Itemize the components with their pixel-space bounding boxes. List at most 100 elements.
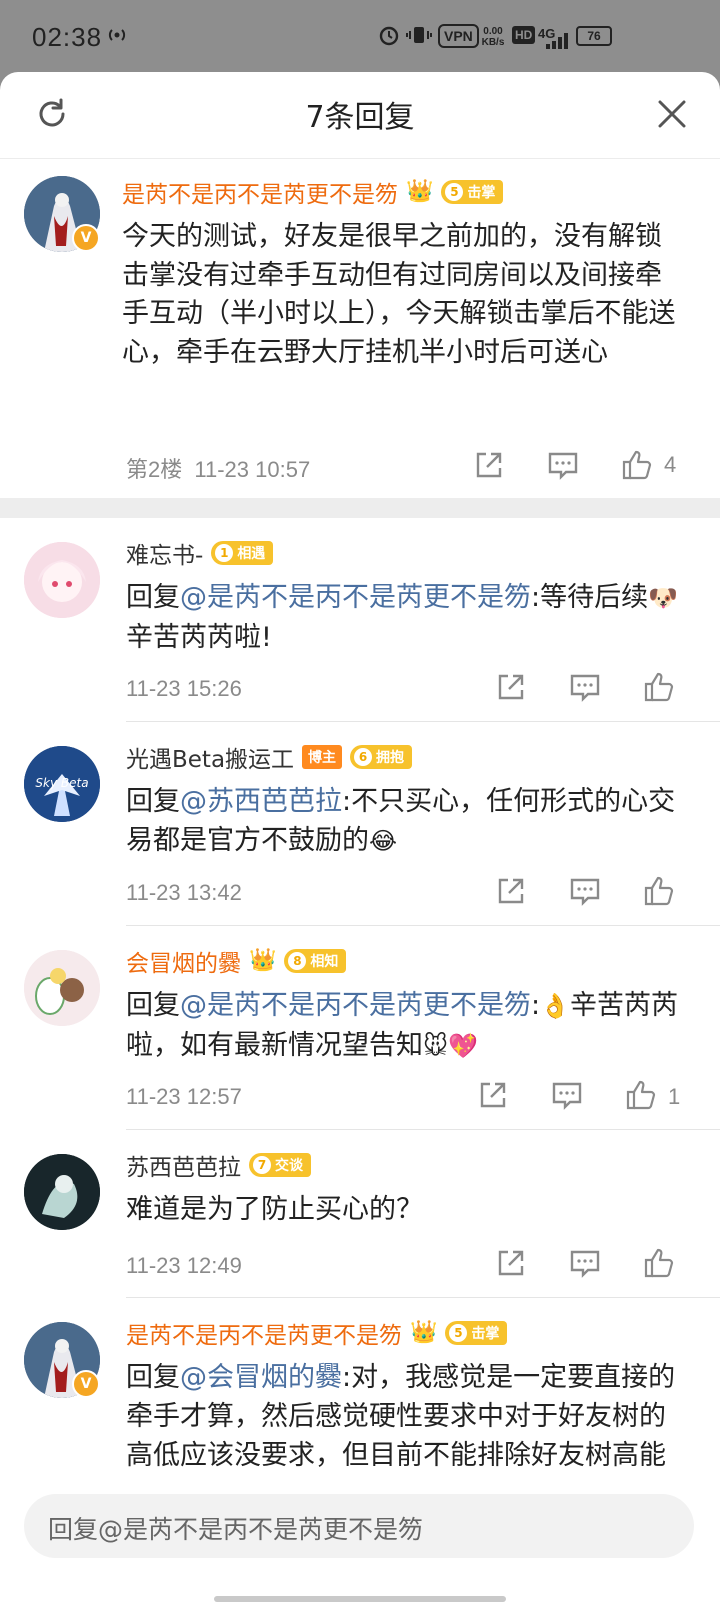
level-badge: 5 击掌 xyxy=(441,180,504,204)
reply-text: 回复@会冒烟的爨:对，我感觉是一定要直接的牵手才算，然后感觉硬性要求中对于好友树… xyxy=(126,1358,690,1478)
speed-unit: KB/s xyxy=(481,37,505,48)
author-row: 会冒烟的爨 👑 8 相知 xyxy=(126,944,347,978)
comment-text: 今天的测试，好友是很早之前加的，没有解锁击掌没有过牵手互动但有过同房间以及间接牵… xyxy=(122,221,676,368)
level-badge: 1 相遇 xyxy=(211,541,274,565)
level-number: 6 xyxy=(354,748,373,766)
close-icon[interactable] xyxy=(654,96,690,132)
comment-meta: 第2楼 11-23 10:57 xyxy=(126,452,310,484)
level-badge: 7 交谈 xyxy=(249,1153,311,1177)
reply-item: 难忘书- 1 相遇 回复@是芮不是丙不是芮更不是笏:等待后续🐶 辛苦芮芮啦! 11-… xyxy=(0,518,720,722)
mention-link[interactable]: @苏西芭芭拉 xyxy=(180,786,342,817)
author-name[interactable]: 苏西芭芭拉 xyxy=(126,1148,241,1182)
level-number: 8 xyxy=(288,952,307,970)
like-icon[interactable] xyxy=(642,874,676,908)
like-icon[interactable] xyxy=(620,448,654,482)
comment-icon[interactable] xyxy=(546,448,580,482)
replies-sheet: 7条回复 V 是芮不是丙不是芮更不是笏 👑 5 击掌 今天的测试，好友是很早之前加… xyxy=(0,72,720,1605)
share-icon[interactable] xyxy=(494,670,528,704)
author-name[interactable]: 是芮不是丙不是芮更不是笏 xyxy=(126,1316,402,1350)
speed-value: 0.00 xyxy=(483,26,503,37)
reply-text: 难道是为了防止买心的？ xyxy=(126,1194,423,1225)
reply-prefix: 回复 xyxy=(126,582,180,613)
sheet-header: 7条回复 xyxy=(0,72,720,159)
level-badge: 5 击掌 xyxy=(445,1321,508,1345)
reply-item: Sky Beta 光遇Beta搬运工 博主 6 拥抱 回复@苏西芭芭拉:不只买心，… xyxy=(0,722,720,926)
comment-icon[interactable] xyxy=(568,670,602,704)
hd-icon: HD xyxy=(512,26,536,44)
reply-item: 苏西芭芭拉 7 交谈 难道是为了防止买心的？ 11-23 12:49 xyxy=(0,1130,720,1298)
author-row: 难忘书- 1 相遇 xyxy=(126,536,274,570)
reply-input[interactable]: 回复@是芮不是丙不是芮更不是笏 xyxy=(24,1494,694,1558)
reply-prefix: 回复 xyxy=(126,990,180,1021)
mention-link[interactable]: @会冒烟的爨 xyxy=(180,1362,342,1393)
comment-icon[interactable] xyxy=(568,1246,602,1280)
crown-icon: 👑 xyxy=(406,179,434,204)
page-title: 7条回复 xyxy=(305,100,415,135)
level-number: 5 xyxy=(445,183,464,201)
author-name[interactable]: 会冒烟的爨 xyxy=(126,944,241,978)
author-name[interactable]: 是芮不是丙不是芮更不是笏 xyxy=(122,175,398,209)
battery-icon: 76 xyxy=(576,26,612,46)
level-label: 拥抱 xyxy=(376,750,405,766)
comment-time: 11-23 10:57 xyxy=(194,457,311,482)
author-name[interactable]: 难忘书- xyxy=(126,536,203,570)
author-row: 苏西芭芭拉 7 交谈 xyxy=(126,1148,311,1182)
main-comment: V 是芮不是丙不是芮更不是笏 👑 5 击掌 今天的测试，好友是很早之前加的，没有解… xyxy=(0,158,720,498)
mouse-heart-emoji-icon: 🐭💖 xyxy=(423,1032,478,1060)
level-number: 7 xyxy=(253,1156,271,1174)
level-badge: 6 拥抱 xyxy=(350,745,413,769)
avatar[interactable] xyxy=(24,1154,100,1230)
reply-text: 回复@苏西芭芭拉:不只买心，任何形式的心交易都是官方不鼓励的😂 xyxy=(126,782,690,861)
section-divider xyxy=(0,498,720,518)
level-label: 交谈 xyxy=(275,1158,303,1174)
like-icon[interactable] xyxy=(624,1078,658,1112)
reply-time: 11-23 13:42 xyxy=(126,880,242,905)
vibrate-icon xyxy=(406,24,432,46)
avatar[interactable] xyxy=(24,542,100,618)
reply-time: 11-23 15:26 xyxy=(126,676,242,701)
level-label: 击掌 xyxy=(471,1326,500,1342)
mention-link[interactable]: @是芮不是丙不是芮更不是笏 xyxy=(180,990,531,1021)
like-icon[interactable] xyxy=(642,1246,676,1280)
share-icon[interactable] xyxy=(472,448,506,482)
status-bar: 02:38 VPN 0.00 KB/s HD 4G 76 xyxy=(0,0,720,72)
avatar-label: Sky Beta xyxy=(35,776,89,790)
reply-prefix: 回复 xyxy=(126,1362,180,1393)
share-icon[interactable] xyxy=(494,1246,528,1280)
like-icon[interactable] xyxy=(642,670,676,704)
reply-item: 会冒烟的爨 👑 8 相知 回复@是芮不是丙不是芮更不是笏:👌辛苦芮芮啦，如有最新情… xyxy=(0,926,720,1130)
comment-icon[interactable] xyxy=(568,874,602,908)
author-row: 是芮不是丙不是芮更不是笏 👑 5 击掌 xyxy=(122,175,504,209)
blogger-tag: 博主 xyxy=(302,745,343,769)
reply-prefix: 回复 xyxy=(126,786,180,817)
level-number: 5 xyxy=(449,1324,468,1342)
level-badge: 8 相知 xyxy=(284,949,347,973)
mention-link[interactable]: @是芮不是丙不是芮更不是笏 xyxy=(180,582,531,613)
reply-text-a: : xyxy=(531,990,541,1021)
comment-icon[interactable] xyxy=(550,1078,584,1112)
share-icon[interactable] xyxy=(476,1078,510,1112)
level-number: 1 xyxy=(215,544,234,562)
author-name[interactable]: 光遇Beta搬运工 xyxy=(126,740,294,774)
crown-icon: 👑 xyxy=(410,1320,438,1345)
vpn-icon: VPN xyxy=(438,24,479,48)
reply-item: V 是芮不是丙不是芮更不是笏 👑 5 击掌 回复@会冒烟的爨:对，我感觉是一定要直… xyxy=(0,1298,720,1478)
verified-badge: V xyxy=(72,1370,100,1398)
level-label: 相知 xyxy=(310,954,339,970)
avatar[interactable] xyxy=(24,950,100,1026)
reply-text-b: 辛苦芮芮啦! xyxy=(126,622,272,653)
hotspot-icon xyxy=(106,24,128,46)
status-time: 02:38 xyxy=(32,22,103,52)
reply-time: 11-23 12:49 xyxy=(126,1253,242,1278)
home-indicator[interactable] xyxy=(214,1596,506,1602)
ok-hand-emoji-icon: 👌 xyxy=(540,992,570,1020)
share-icon[interactable] xyxy=(494,874,528,908)
author-row: 光遇Beta搬运工 博主 6 拥抱 xyxy=(126,740,413,774)
alarm-icon xyxy=(378,24,400,46)
reply-text-a: :等待后续 xyxy=(531,582,649,613)
level-label: 相遇 xyxy=(237,546,266,562)
author-row: 是芮不是丙不是芮更不是笏 👑 5 击掌 xyxy=(126,1316,508,1350)
verified-badge: V xyxy=(72,224,100,252)
doge-emoji-icon: 🐶 xyxy=(648,584,678,612)
laughing-emoji-icon: 😂 xyxy=(369,827,398,855)
